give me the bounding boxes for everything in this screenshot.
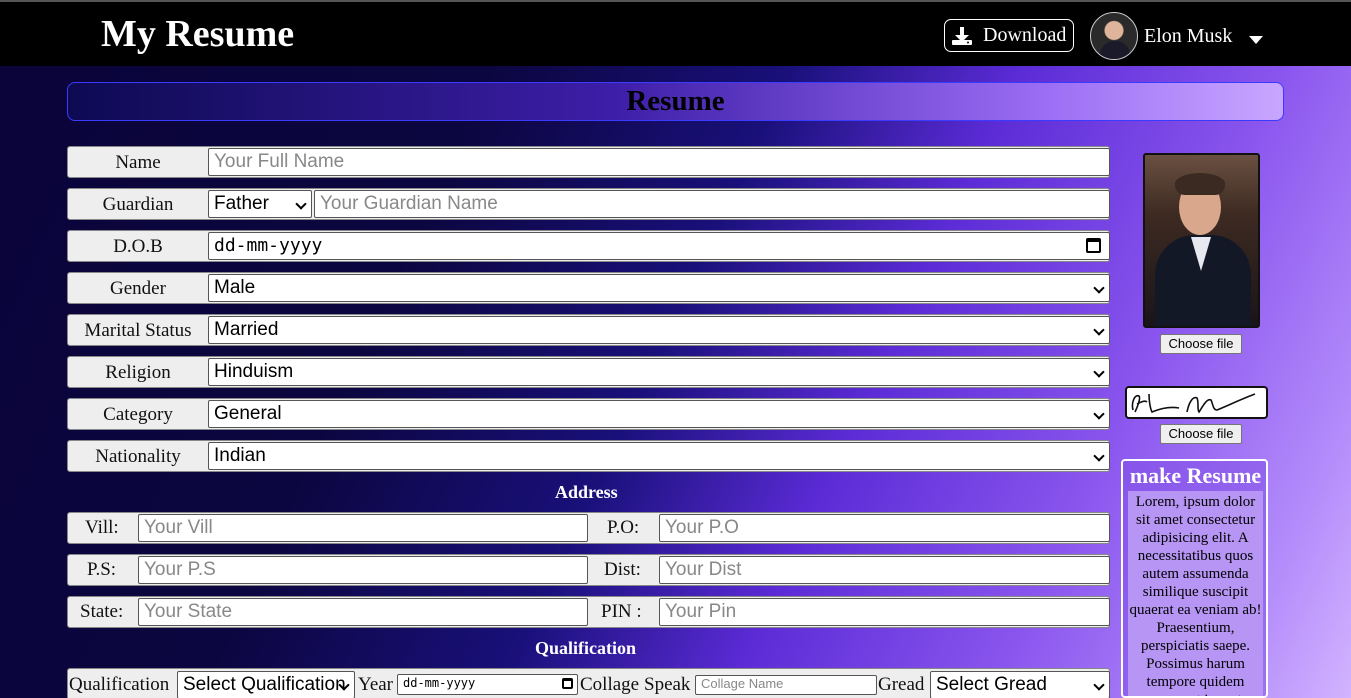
dist-label: Dist: [604, 559, 641, 580]
year-value: dd-mm-yyyy [403, 676, 476, 690]
religion-select[interactable]: Hinduism [208, 358, 1110, 386]
photo-choose-file-button[interactable]: Choose file [1160, 334, 1242, 354]
address-title: Address [555, 482, 618, 502]
top-navbar: My Resume Download Elon Musk [0, 0, 1351, 66]
signature-image [1125, 386, 1268, 419]
dist-input[interactable]: Your Dist [659, 556, 1110, 584]
guardian-name-input[interactable]: Your Guardian Name [314, 190, 1110, 218]
gender-label: Gender [110, 278, 166, 299]
marital-label: Marital Status [84, 320, 192, 341]
nationality-value: Indian [214, 445, 266, 466]
po-input[interactable]: Your P.O [659, 514, 1110, 542]
chevron-down-icon [1093, 679, 1105, 691]
vill-label: Vill: [85, 517, 119, 538]
collage-input[interactable]: Collage Name [695, 675, 877, 695]
chevron-down-icon [1093, 408, 1105, 420]
page-title: Resume [67, 82, 1284, 121]
chevron-down-icon[interactable] [1249, 36, 1263, 44]
chevron-down-icon [295, 198, 307, 210]
address-row-2: P.S: Your P.S Dist: Your Dist [67, 554, 1110, 586]
name-placeholder: Your Full Name [214, 151, 345, 172]
qualification-select[interactable]: Select Qualification [177, 671, 355, 698]
dist-placeholder: Your Dist [665, 559, 742, 580]
dob-row: D.O.B dd-mm-yyyy [67, 230, 1110, 262]
dob-value: dd-mm-yyyy [214, 235, 323, 256]
chevron-down-icon [1093, 366, 1105, 378]
religion-label: Religion [105, 362, 171, 383]
name-input[interactable]: Your Full Name [208, 148, 1110, 176]
signature-choose-file-button[interactable]: Choose file [1160, 424, 1242, 444]
name-label: Name [115, 152, 161, 173]
gread-label: Gread [878, 674, 925, 695]
ps-label: P.S: [87, 559, 117, 580]
guardian-label: Guardian [102, 194, 174, 215]
po-placeholder: Your P.O [665, 517, 739, 538]
category-label: Category [103, 404, 173, 425]
card-text: Lorem, ipsum dolor sit amet consectetur … [1128, 491, 1263, 696]
nationality-label: Nationality [95, 446, 181, 467]
state-label: State: [80, 601, 124, 622]
guardian-placeholder: Your Guardian Name [320, 193, 498, 214]
gread-select[interactable]: Select Gread [930, 671, 1110, 698]
photo-hair [1175, 173, 1225, 195]
main-content: Resume Name Your Full Name Guardian Fath… [0, 66, 1351, 698]
pin-label: PIN : [601, 601, 642, 622]
nationality-select[interactable]: Indian [208, 442, 1110, 470]
state-placeholder: Your State [144, 601, 233, 622]
marital-row: Marital Status Married [67, 314, 1110, 346]
ps-input[interactable]: Your P.S [138, 556, 588, 584]
guardian-relation-value: Father [214, 193, 269, 214]
app-logo[interactable]: My Resume [101, 12, 294, 56]
category-value: General [214, 403, 282, 424]
pin-input[interactable]: Your Pin [659, 598, 1110, 626]
qualification-row: Qualification Select Qualification Year … [67, 668, 1110, 698]
religion-row: Religion Hinduism [67, 356, 1110, 388]
qualification-title: Qualification [535, 638, 637, 658]
address-row-1: Vill: Your Vill P.O: Your P.O [67, 512, 1110, 544]
download-icon [951, 26, 973, 46]
download-label: Download [983, 24, 1067, 46]
speak-label: Speak [644, 674, 691, 695]
user-name[interactable]: Elon Musk [1144, 25, 1232, 48]
chevron-down-icon [1093, 450, 1105, 462]
category-row: Category General [67, 398, 1110, 430]
year-label: Year [358, 674, 394, 695]
user-avatar[interactable] [1090, 12, 1138, 60]
chevron-down-icon [1093, 282, 1105, 294]
dob-input[interactable]: dd-mm-yyyy [208, 232, 1110, 260]
collage-placeholder: Collage Name [701, 676, 784, 691]
dob-label: D.O.B [113, 236, 163, 257]
ps-placeholder: Your P.S [144, 559, 216, 580]
po-label: P.O: [607, 517, 640, 538]
state-input[interactable]: Your State [138, 598, 588, 626]
card-title: make Resume [1129, 463, 1262, 488]
make-resume-card: make Resume Lorem, ipsum dolor sit amet … [1121, 459, 1268, 698]
address-row-3: State: Your State PIN : Your Pin [67, 596, 1110, 628]
pin-placeholder: Your Pin [665, 601, 737, 622]
category-select[interactable]: General [208, 400, 1110, 428]
nationality-row: Nationality Indian [67, 440, 1110, 472]
signature-icon [1131, 393, 1256, 414]
guardian-row: Guardian Father Your Guardian Name [67, 188, 1110, 220]
profile-photo [1143, 153, 1260, 328]
gread-value: Select Gread [936, 674, 1047, 695]
chevron-down-icon [1093, 324, 1105, 336]
religion-value: Hinduism [214, 361, 294, 382]
qualification-value: Select Qualification [183, 674, 346, 695]
collage-label: Collage [580, 674, 640, 695]
download-button[interactable]: Download [944, 19, 1074, 52]
qual-label: Qualification [69, 674, 170, 695]
gender-row: Gender Male [67, 272, 1110, 304]
calendar-icon[interactable] [562, 678, 573, 689]
vill-input[interactable]: Your Vill [138, 514, 588, 542]
name-row: Name Your Full Name [67, 146, 1110, 178]
calendar-icon[interactable] [1086, 238, 1101, 253]
guardian-relation-select[interactable]: Father [208, 190, 312, 218]
year-input[interactable]: dd-mm-yyyy [397, 674, 578, 695]
marital-value: Married [214, 319, 279, 340]
gender-select[interactable]: Male [208, 274, 1110, 302]
gender-value: Male [214, 277, 256, 298]
marital-select[interactable]: Married [208, 316, 1110, 344]
vill-placeholder: Your Vill [144, 517, 213, 538]
